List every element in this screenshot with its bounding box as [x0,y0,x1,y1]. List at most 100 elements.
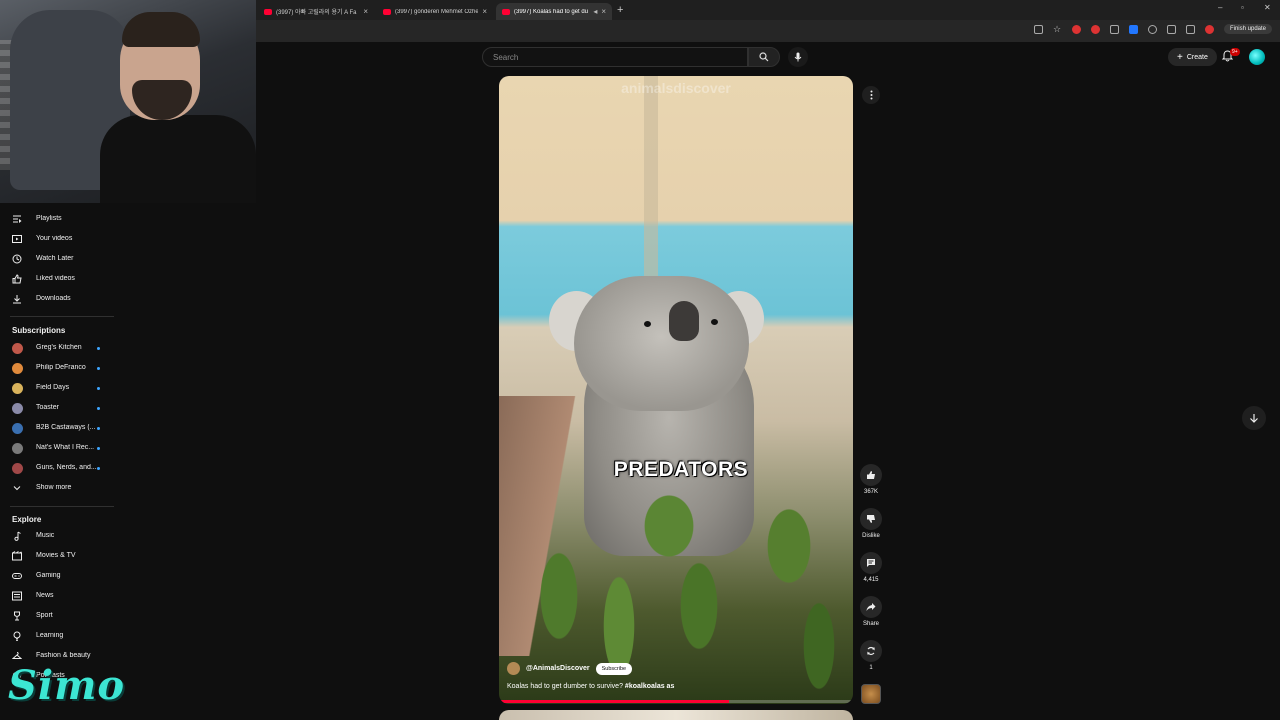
new-content-dot [97,447,100,450]
sidebar-item-downloads[interactable]: Downloads [0,289,118,309]
your-videos-icon [12,235,22,243]
minimize-button[interactable]: – [1218,3,1222,12]
lightbulb-icon [13,631,21,641]
short-progress-bar[interactable] [499,700,853,703]
clock-icon [12,254,22,264]
sidebar-item-gaming[interactable]: Gaming [0,566,118,586]
sidebar-divider [10,316,114,317]
account-avatar[interactable] [1249,49,1265,65]
sidebar-item-watch-later[interactable]: Watch Later [0,249,118,269]
sidebar-item-learning[interactable]: Learning [0,626,118,646]
extension-mute-icon[interactable] [1109,24,1119,34]
close-tab-icon[interactable]: × [601,7,606,16]
sidebar-item-subscription[interactable]: Field Days [0,378,118,398]
short-video-player[interactable]: animalsdiscover PREDATORS @AnimalsDiscov… [499,76,853,704]
comment-count: 4,415 [863,577,879,583]
dislike-action[interactable]: Dislike [858,508,884,539]
sound-thumbnail[interactable] [861,684,881,704]
comments-button[interactable] [860,552,882,574]
search-input[interactable]: Search [482,47,748,67]
reading-list-icon[interactable] [1185,24,1195,34]
search-button[interactable] [748,47,780,67]
sidebar-item-label: Gaming [36,572,61,579]
sidebar-item-subscription[interactable]: Guns, Nerds, and... [0,458,118,478]
sidebar-item-label: News [36,592,54,599]
share-button[interactable] [860,596,882,618]
extension-blue-icon[interactable] [1128,24,1138,34]
sidebar-item-label: Playlists [36,215,62,222]
new-content-dot [97,427,100,430]
channel-avatar[interactable] [507,662,520,675]
sidebar-item-sport[interactable]: Sport [0,606,118,626]
sidebar-item-label: Your videos [36,235,73,242]
channel-name[interactable]: @AnimalsDiscover [526,665,590,672]
profile-icon[interactable] [1204,24,1214,34]
sidebar-item-label: Guns, Nerds, and... [36,464,97,471]
speaker-icon[interactable]: ◂ [593,7,597,16]
create-label: Create [1186,53,1208,61]
sidebar-item-playlists[interactable]: Playlists [0,209,118,229]
more-options-button[interactable] [862,86,880,104]
dislike-button[interactable] [860,508,882,530]
subscribe-button[interactable]: Subscribe [595,662,633,675]
streamer-hair [122,12,200,47]
show-more-button[interactable]: Show more [0,478,118,498]
sidebar-item-subscription[interactable]: Toaster [0,398,118,418]
extension-red-icon[interactable] [1071,24,1081,34]
close-window-button[interactable]: ✕ [1264,3,1271,12]
short-title[interactable]: Koalas had to get dumber to survive? #ko… [507,683,674,690]
sidebar-item-music[interactable]: Music [0,526,118,546]
subscriptions-heading: Subscriptions [12,326,66,335]
extension-shield-icon[interactable] [1147,24,1157,34]
next-short-preview[interactable] [499,710,853,720]
finish-update-button[interactable]: Finish update [1223,24,1272,34]
music-icon [14,531,21,541]
close-tab-icon[interactable]: × [482,7,487,16]
restore-button[interactable]: ▫ [1241,3,1244,12]
dislike-label: Dislike [862,533,880,539]
sidebar-item-subscription[interactable]: Greg's Kitchen [0,338,118,358]
sidebar-item-your-videos[interactable]: Your videos [0,229,118,249]
browser-tab-2[interactable]: (3997) gönderen Mehmet Özhe × [377,3,493,20]
download-icon [13,295,21,304]
sidebar-item-news[interactable]: News [0,586,118,606]
extension-record-icon[interactable] [1090,24,1100,34]
more-vertical-icon [870,90,872,100]
sidebar-item-subscription[interactable]: Nat's What I Rec... [0,438,118,458]
sidebar-item-label: Fashion & beauty [36,652,91,659]
like-action[interactable]: 367K [858,464,884,495]
like-button[interactable] [860,464,882,486]
bookmark-star-icon[interactable]: ☆ [1053,24,1062,34]
sidebar-item-liked-videos[interactable]: Liked videos [0,269,118,289]
remix-button[interactable] [860,640,882,662]
new-content-dot [97,387,100,390]
share-action[interactable]: Share [858,596,884,627]
show-more-label: Show more [36,484,72,491]
close-tab-icon[interactable]: × [363,7,368,16]
youtube-favicon-icon [383,8,391,15]
comments-action[interactable]: 4,415 [858,552,884,583]
channel-avatar [12,423,23,434]
gaming-icon [12,573,22,579]
channel-avatar [12,343,23,354]
new-tab-button[interactable]: + [617,4,623,16]
share-arrow-icon [866,603,876,611]
remix-action[interactable]: 1 [858,640,884,671]
create-button[interactable]: + Create [1168,48,1217,66]
next-short-button[interactable] [1242,406,1266,430]
sidebar-item-movies-tv[interactable]: Movies & TV [0,546,118,566]
sidebar-item-subscription[interactable]: Philip DeFranco [0,358,118,378]
channel-avatar [12,403,23,414]
channel-avatar [12,463,23,474]
short-hashtags[interactable]: #koalkoalas as [625,683,674,690]
browser-tab-3-active[interactable]: (3997) Koalas had to get du ◂ × [496,3,612,20]
share-label: Share [862,621,879,627]
extensions-puzzle-icon[interactable] [1166,24,1176,34]
new-content-dot [97,467,100,470]
sidebar-item-subscription[interactable]: B2B Castaways (... [0,418,118,438]
browser-tab-1[interactable]: (3997) 아빠 고릴라의 용기 A Fa × [258,3,374,20]
install-app-icon[interactable] [1033,24,1043,34]
voice-search-button[interactable] [788,47,808,67]
sidebar-item-label: Downloads [36,295,71,302]
tab-title: (3997) gönderen Mehmet Özhe [395,8,479,15]
